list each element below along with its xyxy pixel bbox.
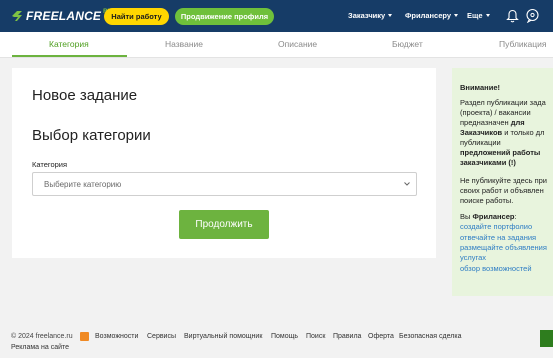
info-text: своих работ и объявлен: [460, 186, 544, 195]
chevron-down-icon: [485, 14, 490, 17]
footer: © 2024 freelance.ru Возможности Сервисы …: [0, 326, 553, 358]
logo-icon: [12, 11, 22, 21]
info-text: публикации: [460, 138, 501, 147]
footer-link-safe-deal[interactable]: Безопасная сделка: [399, 333, 461, 340]
info-text: предназначен для: [460, 118, 525, 128]
info-text-bold: Фрилансер: [472, 212, 515, 221]
nav-customer-label: Заказчику: [348, 11, 386, 20]
attention-heading: Внимание!: [460, 83, 500, 92]
freelance-logo[interactable]: FREELANCE RU: [10, 9, 112, 23]
promote-profile-button[interactable]: Продвижение профиля: [175, 8, 274, 25]
rss-icon[interactable]: [80, 332, 89, 341]
nav-more-label: Еще: [467, 11, 483, 20]
footer-link-services[interactable]: Сервисы: [147, 333, 176, 340]
category-select[interactable]: Выберите категорию: [32, 172, 417, 196]
info-text-bold: предложений работы: [460, 148, 541, 157]
category-label: Категория: [32, 160, 68, 169]
task-form-card: Новое задание Выбор категории Категория …: [12, 68, 436, 258]
logo-text: FREELANCE: [26, 9, 102, 23]
step-category[interactable]: Категория: [49, 39, 89, 49]
info-text-part: и только дл: [502, 128, 545, 137]
info-text-part: Вы: [460, 212, 473, 221]
footer-link-help[interactable]: Помощь: [271, 333, 298, 340]
info-text-bold: заказчиками (!): [460, 158, 516, 167]
info-text: Вы Фрилансер:: [460, 212, 517, 222]
badge-icon[interactable]: [540, 330, 553, 347]
link-features-overview[interactable]: обзор возможностей: [460, 264, 532, 274]
footer-link-features[interactable]: Возможности: [95, 333, 138, 340]
step-publication[interactable]: Публикация: [499, 39, 547, 49]
info-text-bold: Заказчиков: [460, 128, 503, 137]
link-respond-tasks[interactable]: отвечайте на задания: [460, 233, 536, 243]
section-title: Выбор категории: [32, 127, 151, 144]
chat-icon[interactable]: [525, 8, 540, 23]
footer-link-rules[interactable]: Правила: [333, 333, 361, 340]
info-text: Раздел публикации зада: [460, 98, 546, 107]
find-work-button[interactable]: Найти работу: [104, 8, 169, 25]
category-select-value: Выберите категорию: [44, 180, 122, 189]
step-name[interactable]: Название: [165, 39, 203, 49]
info-text-bold: для: [510, 118, 525, 127]
top-navbar: FREELANCE RU Найти работу Продвижение пр…: [0, 0, 553, 32]
chevron-down-icon: [454, 14, 459, 17]
continue-button[interactable]: Продолжить: [179, 210, 269, 239]
footer-link-search[interactable]: Поиск: [306, 333, 325, 340]
info-text-part: :: [514, 212, 517, 221]
nav-freelancer[interactable]: Фрилансеру: [405, 11, 459, 20]
nav-customer[interactable]: Заказчику: [348, 11, 393, 20]
copyright: © 2024 freelance.ru: [11, 333, 73, 340]
link-create-portfolio[interactable]: создайте портфолио: [460, 222, 532, 232]
info-text: (проекта) / вакансии: [460, 108, 531, 117]
step-description[interactable]: Описание: [278, 39, 317, 49]
link-post-services[interactable]: размещайте объявления: [460, 243, 547, 253]
nav-more[interactable]: Еще: [467, 11, 490, 20]
page-title: Новое задание: [32, 87, 138, 104]
chevron-down-icon: [404, 182, 410, 186]
bell-icon[interactable]: [506, 9, 519, 23]
footer-link-offer[interactable]: Оферта: [368, 333, 394, 340]
chevron-down-icon: [388, 14, 393, 17]
nav-freelancer-label: Фрилансеру: [405, 11, 452, 20]
step-budget[interactable]: Бюджет: [392, 39, 423, 49]
active-step-indicator: [12, 55, 127, 57]
footer-link-assistant[interactable]: Виртуальный помощник: [184, 333, 262, 340]
info-text: поиске работы.: [460, 196, 514, 205]
wizard-steps: Категория Название Описание Бюджет Публи…: [0, 32, 553, 58]
info-panel: Внимание! Раздел публикации зада (проект…: [452, 68, 553, 296]
link-post-services-cont[interactable]: услугах: [460, 253, 486, 263]
footer-link-ads[interactable]: Реклама на сайте: [11, 344, 69, 351]
info-text: Не публикуйте здесь при: [460, 176, 547, 185]
info-text: Заказчиков и только дл: [460, 128, 545, 138]
info-text-part: предназначен: [460, 118, 511, 127]
